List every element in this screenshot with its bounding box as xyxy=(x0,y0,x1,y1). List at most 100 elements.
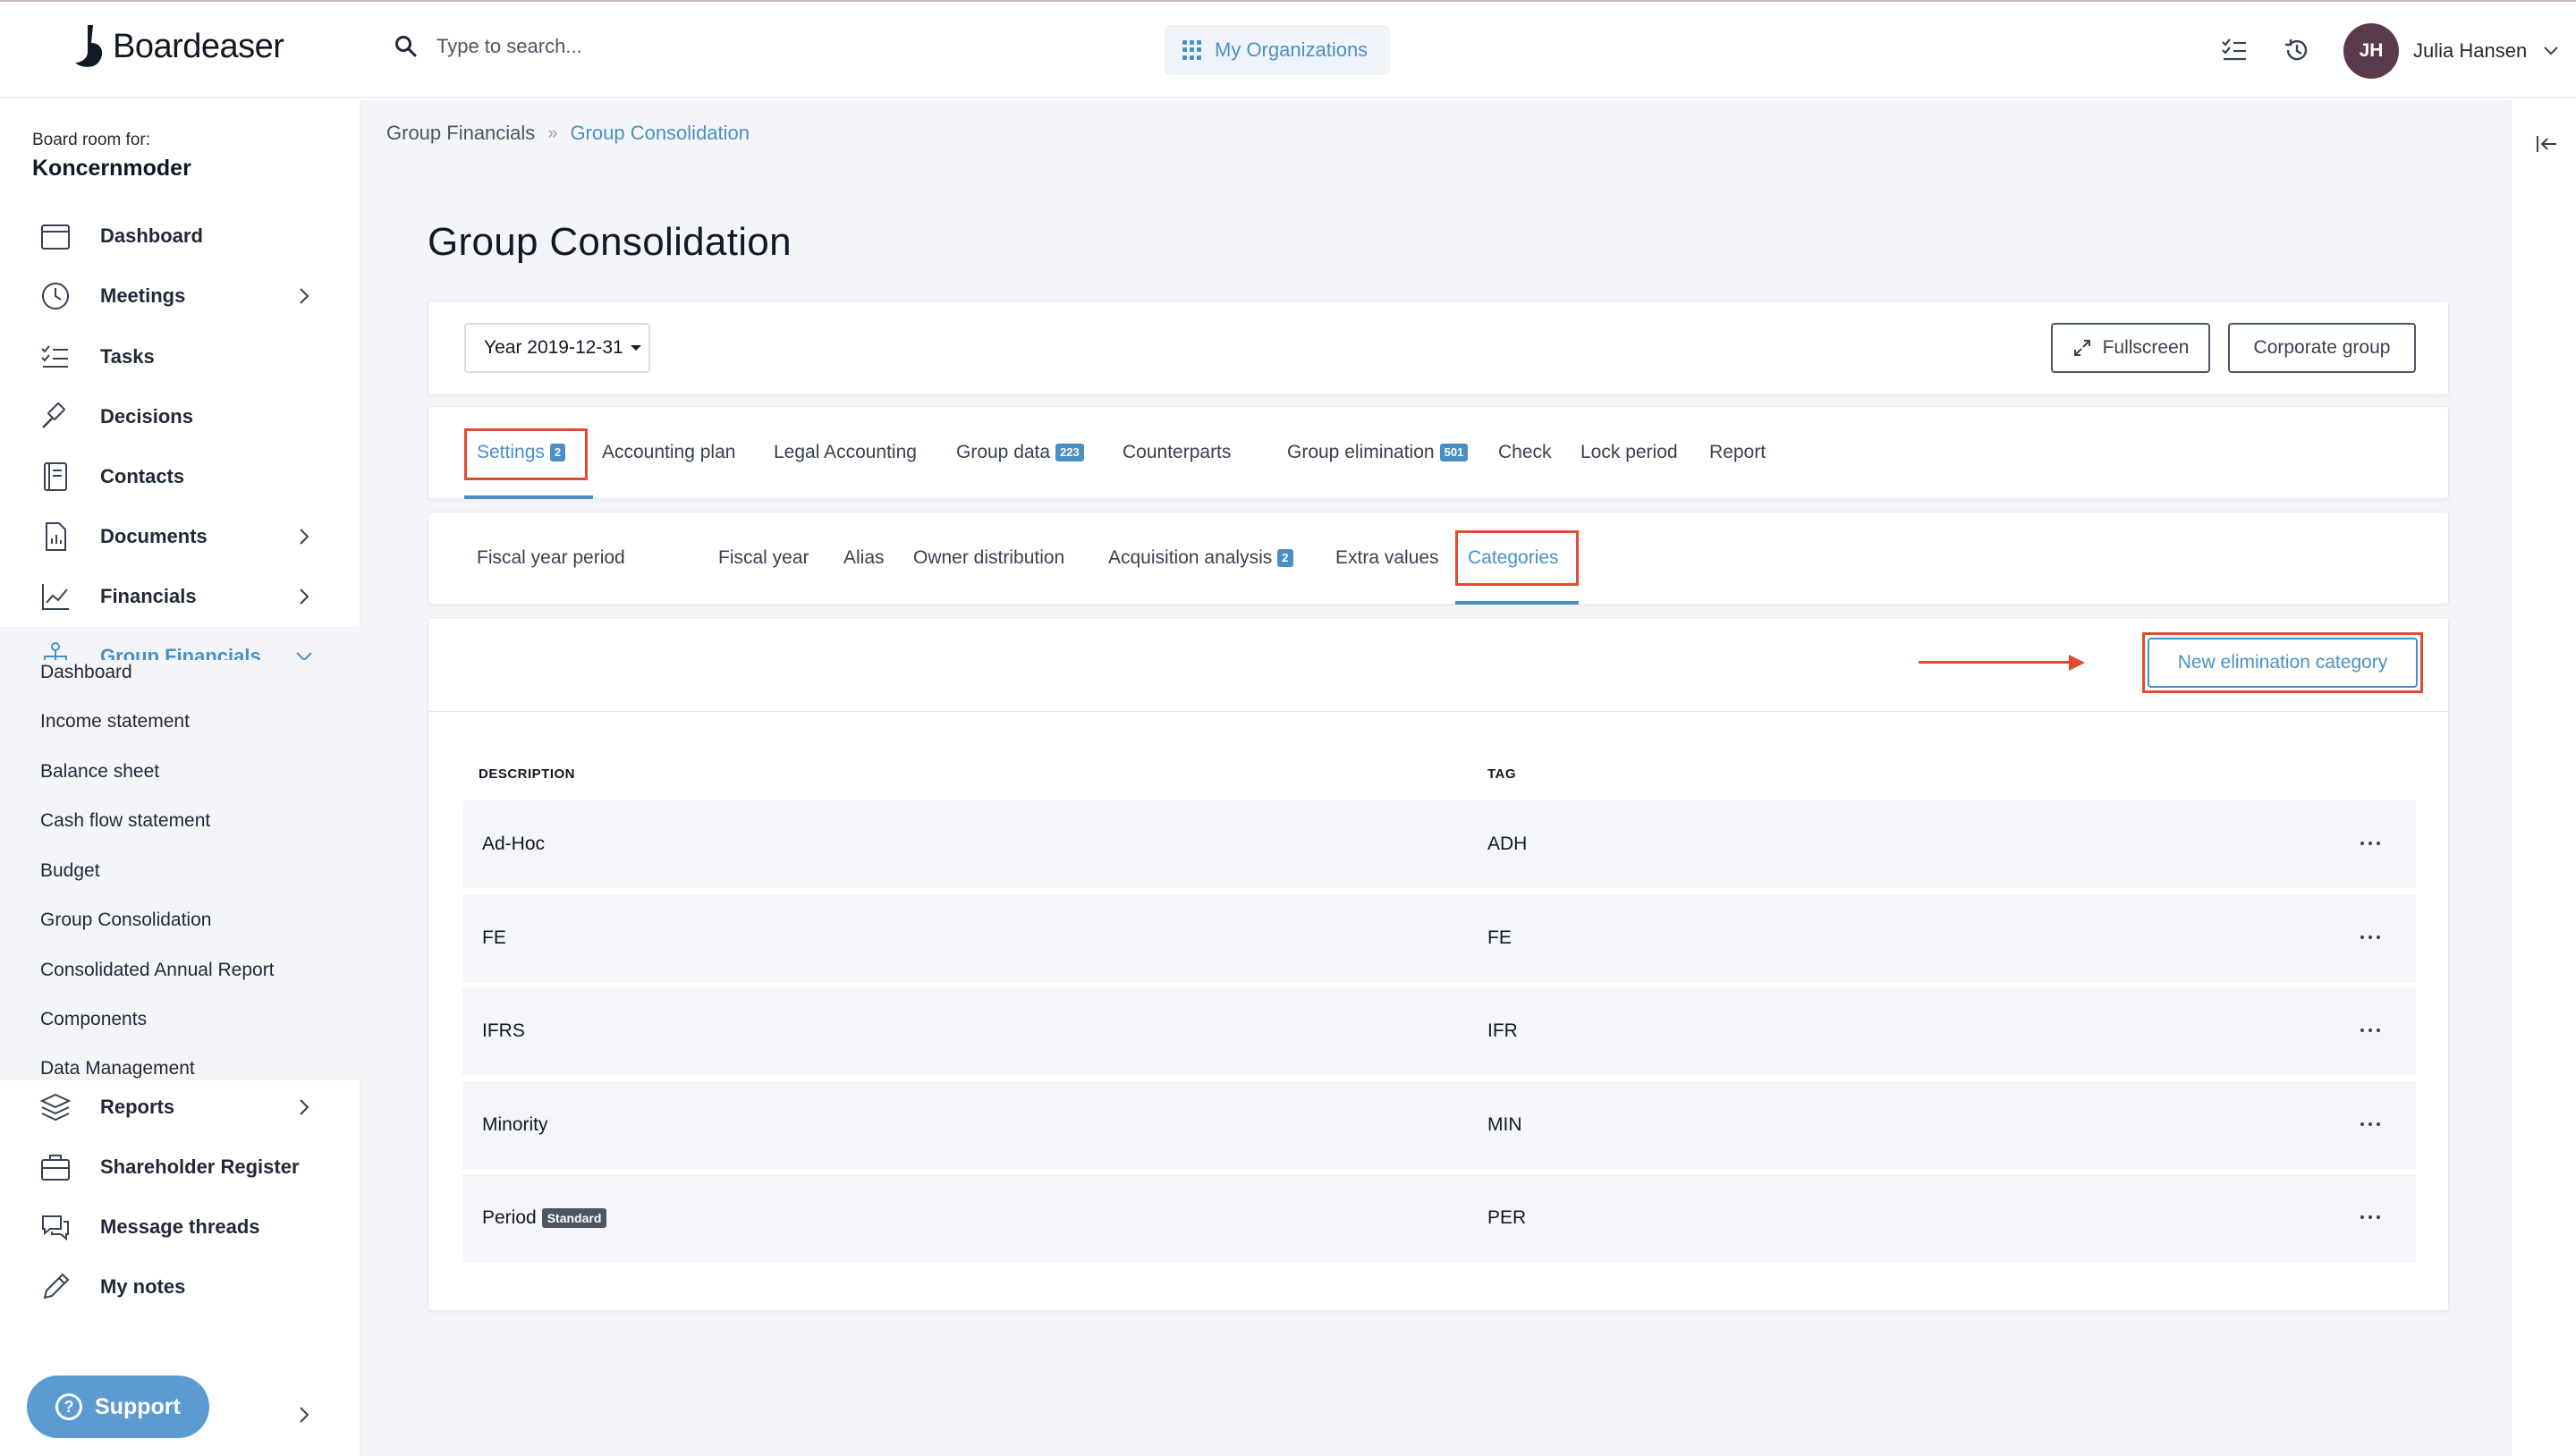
table-row[interactable]: IFRS IFR xyxy=(462,987,2416,1075)
toolbar-card: Year 2019-12-31 Fullscreen Corporate gro… xyxy=(428,301,2449,395)
year-select-value: Year 2019-12-31 xyxy=(484,337,623,358)
checklist-icon xyxy=(41,345,68,368)
table-row[interactable]: Ad-Hoc ADH xyxy=(462,800,2416,888)
more-options-icon[interactable] xyxy=(2360,1122,2380,1128)
logo-icon xyxy=(75,25,103,67)
chat-icon xyxy=(42,1215,69,1241)
logo[interactable]: Boardeaser xyxy=(72,21,284,72)
tab-label: Group elimination xyxy=(1287,442,1435,462)
main-content: Group Financials » Group Consolidation G… xyxy=(361,100,2510,1456)
chevron-right-icon xyxy=(300,529,309,545)
tab-label: Group data xyxy=(956,442,1051,462)
history-icon[interactable] xyxy=(2283,36,2311,64)
sidebar-item-decisions[interactable]: Decisions xyxy=(0,387,361,446)
right-rail xyxy=(2510,100,2576,1456)
top-bar: Boardeaser My Organizations JH Julia Han… xyxy=(0,2,2576,98)
more-options-icon[interactable] xyxy=(2360,842,2380,847)
subtab-owner-distribution[interactable]: Owner distribution xyxy=(913,512,1064,604)
subtab-active-underline xyxy=(1455,601,1579,605)
submenu-item-balance-sheet[interactable]: Balance sheet xyxy=(40,761,159,783)
subtab-label: Owner distribution xyxy=(913,547,1065,568)
tab-counterparts[interactable]: Counterparts xyxy=(1123,407,1231,498)
tab-accounting-plan[interactable]: Accounting plan xyxy=(602,407,735,498)
tab-group-elimination[interactable]: Group elimination 501 xyxy=(1287,407,1469,498)
search-input[interactable] xyxy=(436,35,812,58)
sidebar-item-label: Dashboard xyxy=(100,224,203,247)
chevron-right-icon[interactable] xyxy=(295,1406,313,1424)
sidebar-item-financials[interactable]: Financials xyxy=(0,567,361,626)
search-icon xyxy=(395,36,417,57)
org-name: Koncernmoder xyxy=(32,156,191,181)
year-select[interactable]: Year 2019-12-31 xyxy=(464,323,650,373)
submenu-item-dashboard[interactable]: Dashboard xyxy=(40,662,132,683)
submenu-item-budget[interactable]: Budget xyxy=(40,860,100,882)
group-financials-submenu: Dashboard Income statement Balance sheet… xyxy=(0,660,361,1080)
collapse-panel-icon[interactable] xyxy=(2535,134,2558,154)
sidebar-item-meetings[interactable]: Meetings xyxy=(0,267,361,326)
submenu-item-data-management[interactable]: Data Management xyxy=(40,1058,195,1079)
support-label: Support xyxy=(95,1393,181,1419)
tasks-checklist-icon[interactable] xyxy=(2220,36,2249,64)
breadcrumb-parent[interactable]: Group Financials xyxy=(386,122,535,145)
submenu-item-income-statement[interactable]: Income statement xyxy=(40,711,190,732)
submenu-item-cash-flow-statement[interactable]: Cash flow statement xyxy=(40,810,210,832)
subtab-extra-values[interactable]: Extra values xyxy=(1335,512,1439,604)
sidebar-item-contacts[interactable]: Contacts xyxy=(0,447,361,506)
row-description-text: FE xyxy=(482,927,506,948)
tab-group-data[interactable]: Group data 223 xyxy=(956,407,1084,498)
subtab-alias[interactable]: Alias xyxy=(843,512,885,604)
sidebar-item-documents[interactable]: Documents xyxy=(0,507,361,566)
support-button[interactable]: ? Support xyxy=(27,1376,209,1438)
subtab-acquisition-analysis[interactable]: Acquisition analysis 2 xyxy=(1108,512,1293,604)
sidebar-item-dashboard[interactable]: Dashboard xyxy=(0,207,361,266)
sidebar-item-message-threads[interactable]: Message threads xyxy=(0,1198,361,1257)
sidebar-item-label: Decisions xyxy=(100,405,193,427)
corporate-group-label: Corporate group xyxy=(2253,337,2391,358)
breadcrumb-current[interactable]: Group Consolidation xyxy=(570,122,750,145)
subtab-label: Extra values xyxy=(1335,547,1439,568)
more-options-icon[interactable] xyxy=(2360,935,2380,941)
new-elimination-category-button[interactable]: New elimination category xyxy=(2148,638,2418,688)
corporate-group-button[interactable]: Corporate group xyxy=(2228,323,2416,373)
subtab-fiscal-year[interactable]: Fiscal year xyxy=(718,512,809,604)
subtab-label: Fiscal year period xyxy=(477,547,625,568)
sidebar-item-tasks[interactable]: Tasks xyxy=(0,327,361,386)
tab-lock-period[interactable]: Lock period xyxy=(1580,407,1678,498)
table-row[interactable]: FE FE xyxy=(462,894,2416,982)
tab-legal-accounting[interactable]: Legal Accounting xyxy=(774,407,917,498)
categories-card: New elimination category DESCRIPTION TAG… xyxy=(428,617,2449,1311)
fullscreen-button[interactable]: Fullscreen xyxy=(2051,323,2210,373)
column-header-description: DESCRIPTION xyxy=(479,766,576,782)
tab-label: Accounting plan xyxy=(602,442,736,462)
gavel-icon xyxy=(42,402,65,428)
tab-report[interactable]: Report xyxy=(1709,407,1766,498)
sidebar-item-reports[interactable]: Reports xyxy=(0,1078,361,1137)
column-header-tag: TAG xyxy=(1487,766,1517,782)
line-chart-icon xyxy=(42,584,69,610)
sidebar-item-label: Shareholder Register xyxy=(100,1155,300,1178)
my-organizations-button[interactable]: My Organizations xyxy=(1165,25,1390,75)
more-options-icon[interactable] xyxy=(2360,1215,2380,1221)
submenu-item-group-consolidation[interactable]: Group Consolidation xyxy=(40,910,211,931)
page-title: Group Consolidation xyxy=(428,220,792,264)
chevron-right-icon xyxy=(300,1099,309,1115)
subtab-fiscal-year-period[interactable]: Fiscal year period xyxy=(477,512,625,604)
subtab-label: Acquisition analysis xyxy=(1108,547,1273,568)
address-book-icon xyxy=(44,462,67,491)
user-menu[interactable]: JH Julia Hansen xyxy=(2343,23,2559,79)
logo-text: Boardeaser xyxy=(113,27,284,65)
categories-highlight-box xyxy=(1455,530,1579,586)
tab-check[interactable]: Check xyxy=(1498,407,1552,498)
sidebar-item-my-notes[interactable]: My notes xyxy=(0,1257,361,1316)
submenu-item-components[interactable]: Components xyxy=(40,1009,147,1030)
sidebar-item-shareholder-register[interactable]: Shareholder Register xyxy=(0,1138,361,1197)
calendar-icon xyxy=(41,224,70,250)
table-row[interactable]: Period Standard PER xyxy=(462,1174,2416,1262)
submenu-item-consolidated-annual-report[interactable]: Consolidated Annual Report xyxy=(40,960,275,981)
breadcrumb: Group Financials » Group Consolidation xyxy=(386,122,750,145)
annotation-arrow-line xyxy=(1919,661,2069,664)
board-room-label: Board room for: xyxy=(32,131,150,149)
more-options-icon[interactable] xyxy=(2360,1029,2380,1034)
sidebar: Board room for: Koncernmoder Dashboard M… xyxy=(0,100,361,1456)
table-row[interactable]: Minority MIN xyxy=(462,1081,2416,1169)
